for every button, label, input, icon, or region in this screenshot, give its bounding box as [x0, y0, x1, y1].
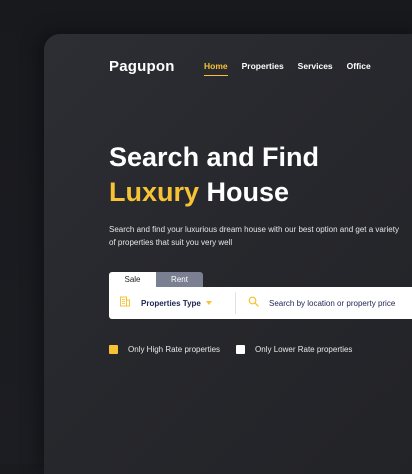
nav-item-office[interactable]: Office: [347, 61, 371, 71]
nav-item-home[interactable]: Home: [204, 61, 228, 76]
search-tabs: Sale Rent: [109, 272, 203, 287]
search-bar: Properties Type Search by location or pr…: [109, 287, 412, 319]
filter-high-rate[interactable]: Only High Rate properties: [109, 345, 220, 354]
tab-rent[interactable]: Rent: [156, 272, 203, 287]
hero-panel: Pagupon Home Properties Services Office …: [44, 34, 412, 474]
hero-title: Search and Find Luxury House: [109, 140, 319, 210]
lower-rate-checkbox[interactable]: [236, 345, 246, 354]
hero-title-accent: Luxury: [109, 177, 200, 207]
hero-title-line2: Luxury House: [109, 175, 319, 210]
search-input[interactable]: Search by location or property price: [236, 287, 412, 319]
hero-title-rest: House: [206, 177, 290, 207]
building-icon: [119, 294, 131, 312]
filter-options: Only High Rate properties Only Lower Rat…: [109, 345, 352, 354]
high-rate-label: Only High Rate properties: [128, 345, 221, 354]
property-type-dropdown[interactable]: Properties Type: [109, 287, 235, 319]
nav-item-properties[interactable]: Properties: [242, 61, 284, 71]
hero-description: Search and find your luxurious dream hou…: [109, 225, 399, 247]
filter-lower-rate[interactable]: Only Lower Rate properties: [236, 345, 352, 354]
tab-sale[interactable]: Sale: [109, 272, 156, 287]
high-rate-checkbox[interactable]: [109, 345, 118, 354]
lower-rate-label: Only Lower Rate properties: [255, 345, 353, 354]
page-background: Pagupon Home Properties Services Office …: [0, 0, 412, 474]
main-nav: Home Properties Services Office: [204, 61, 371, 76]
chevron-down-icon: [205, 301, 212, 305]
property-type-label: Properties Type: [141, 298, 201, 308]
search-placeholder: Search by location or property price: [269, 298, 396, 308]
brand-logo[interactable]: Pagupon: [109, 58, 175, 75]
search-icon: [248, 294, 259, 312]
nav-item-services[interactable]: Services: [298, 61, 333, 71]
hero-title-line1: Search and Find: [109, 142, 320, 172]
